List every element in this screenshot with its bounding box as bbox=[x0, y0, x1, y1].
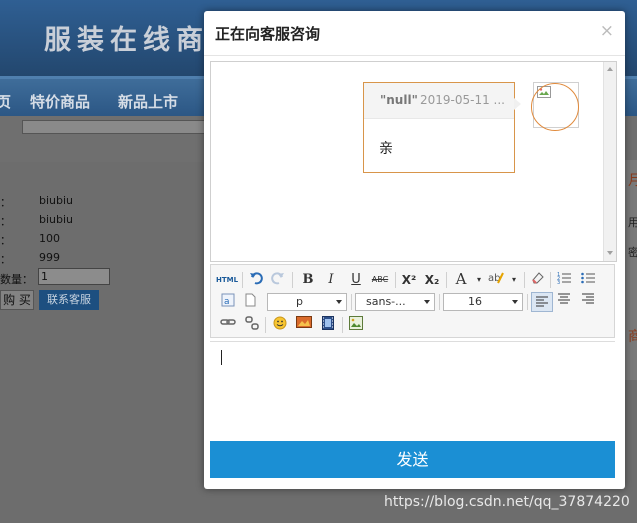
ordered-list-icon[interactable]: 123 bbox=[555, 271, 573, 289]
font-color-button[interactable]: A bbox=[452, 270, 470, 288]
site-title: 服装在线商 bbox=[44, 25, 209, 56]
font-size-select[interactable]: 16 bbox=[443, 293, 523, 311]
chevron-down-icon bbox=[424, 300, 430, 304]
subscript-button[interactable]: X₂ bbox=[423, 271, 441, 289]
toolbar-separator bbox=[342, 317, 343, 333]
message-editor[interactable] bbox=[210, 341, 615, 438]
toolbar-separator bbox=[446, 272, 447, 288]
text-cursor bbox=[221, 350, 222, 365]
font-family-select[interactable]: sans-... bbox=[355, 293, 435, 311]
bubble-tail bbox=[514, 98, 521, 110]
toolbar-separator bbox=[351, 294, 352, 310]
nav-item-new-arrivals[interactable]: 新品上市 bbox=[118, 91, 178, 112]
emoticon-icon[interactable] bbox=[271, 316, 289, 334]
blank-page-icon[interactable] bbox=[241, 293, 259, 311]
side-label: 密 bbox=[628, 246, 637, 259]
editor-toolbar: HTML B I U ABC X² X₂ A ▾ ab ▾ 123 a p sa… bbox=[210, 264, 615, 338]
paste-text-icon[interactable]: a bbox=[219, 293, 237, 311]
toolbar-separator bbox=[524, 272, 525, 288]
font-size-value: 16 bbox=[468, 295, 482, 308]
toolbar-separator bbox=[265, 317, 266, 333]
quantity-input[interactable] bbox=[38, 268, 110, 285]
chevron-down-icon[interactable]: ▾ bbox=[505, 271, 523, 289]
send-button[interactable]: 发送 bbox=[210, 441, 615, 478]
svg-text:a: a bbox=[224, 297, 230, 307]
nav-item-home[interactable]: 页 bbox=[0, 91, 11, 112]
undo-icon[interactable] bbox=[247, 271, 265, 289]
italic-button[interactable]: I bbox=[322, 271, 340, 289]
chevron-down-icon bbox=[336, 300, 342, 304]
video-icon[interactable] bbox=[319, 316, 337, 334]
toolbar-separator bbox=[439, 294, 440, 310]
url-watermark: https://blog.csdn.net/qq_37874220 bbox=[384, 494, 630, 510]
underline-button[interactable]: U bbox=[347, 271, 365, 289]
unlink-icon[interactable] bbox=[243, 316, 261, 334]
strikethrough-button[interactable]: ABC bbox=[369, 271, 391, 289]
close-icon[interactable]: × bbox=[600, 21, 614, 41]
unordered-list-icon[interactable] bbox=[579, 271, 597, 289]
message-time: 2019-05-11 ... bbox=[420, 93, 505, 107]
paragraph-format-select[interactable]: p bbox=[267, 293, 347, 311]
consult-dialog: 正在向客服咨询 × "null" 2019-05-11 ... 亲 HTML B… bbox=[204, 11, 625, 489]
dialog-title: 正在向客服咨询 bbox=[215, 25, 321, 43]
scroll-down-icon[interactable] bbox=[607, 251, 613, 255]
insert-image-icon[interactable] bbox=[347, 316, 365, 334]
highlight-icon[interactable]: ab bbox=[487, 271, 505, 289]
toolbar-separator bbox=[292, 272, 293, 288]
eraser-icon[interactable] bbox=[529, 271, 547, 289]
message-bubble: "null" 2019-05-11 ... 亲 bbox=[363, 82, 515, 173]
side-heading: 月 bbox=[628, 173, 637, 189]
buy-button[interactable]: 购 买 bbox=[0, 290, 34, 310]
align-left-icon[interactable] bbox=[531, 292, 553, 312]
side-panel bbox=[624, 160, 637, 380]
side-heading: 商 bbox=[628, 329, 637, 345]
quantity-label: 数量： bbox=[0, 273, 33, 286]
search-input[interactable] bbox=[22, 120, 214, 134]
chevron-down-icon bbox=[512, 300, 518, 304]
image-icon[interactable] bbox=[295, 316, 313, 334]
align-center-icon[interactable] bbox=[555, 293, 573, 311]
html-source-button[interactable]: HTML bbox=[216, 271, 238, 289]
avatar-ring bbox=[531, 83, 579, 131]
link-icon[interactable] bbox=[219, 316, 237, 334]
bold-button[interactable]: B bbox=[299, 271, 317, 289]
chat-scrollbar[interactable] bbox=[603, 62, 616, 261]
contact-service-button[interactable]: 联系客服 bbox=[39, 290, 99, 310]
toolbar-separator bbox=[527, 294, 528, 310]
message-header: "null" 2019-05-11 ... bbox=[364, 83, 514, 119]
dialog-header: 正在向客服咨询 × bbox=[204, 11, 625, 56]
paragraph-format-value: p bbox=[296, 295, 303, 308]
scroll-up-icon[interactable] bbox=[607, 67, 613, 71]
side-label: 用 bbox=[628, 216, 637, 229]
toolbar-separator bbox=[242, 272, 243, 288]
chevron-down-icon[interactable]: ▾ bbox=[470, 271, 488, 289]
message-text: 亲 bbox=[379, 141, 393, 157]
font-family-value: sans-... bbox=[366, 295, 406, 308]
redo-icon[interactable] bbox=[269, 271, 287, 289]
svg-text:3: 3 bbox=[557, 280, 560, 285]
nav-item-specials[interactable]: 特价商品 bbox=[30, 91, 90, 112]
toolbar-separator bbox=[395, 272, 396, 288]
message-sender: "null" bbox=[380, 93, 418, 107]
toolbar-separator bbox=[550, 272, 551, 288]
superscript-button[interactable]: X² bbox=[400, 271, 418, 289]
align-right-icon[interactable] bbox=[579, 293, 597, 311]
chat-history[interactable]: "null" 2019-05-11 ... 亲 bbox=[210, 61, 617, 262]
